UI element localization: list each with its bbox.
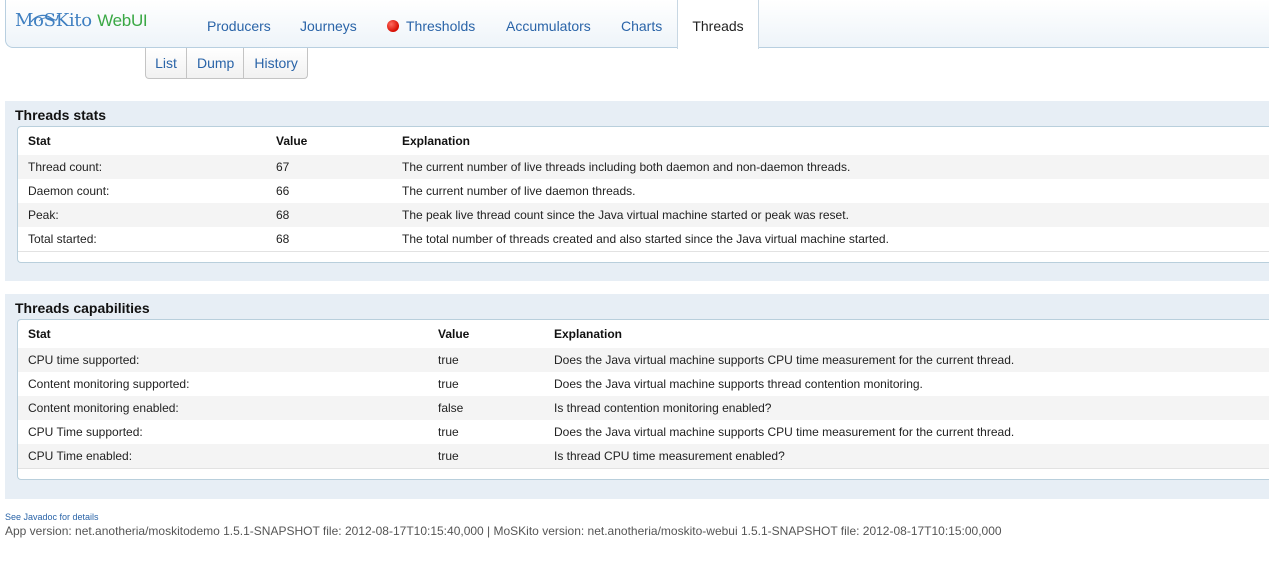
threshold-status-red-icon xyxy=(387,20,399,32)
table-row: CPU Time enabled: true Is thread CPU tim… xyxy=(18,444,1269,468)
explanation-cell: Is thread contention monitoring enabled? xyxy=(554,396,1269,420)
column-header-stat: Stat xyxy=(28,327,51,341)
value-cell: 68 xyxy=(276,203,402,227)
explanation-cell: The current number of live threads inclu… xyxy=(402,155,1269,179)
explanation-cell: Does the Java virtual machine supports C… xyxy=(554,425,1015,439)
explanation-cell: Does the Java virtual machine supports C… xyxy=(554,348,1269,372)
stat-cell: Content monitoring enabled: xyxy=(18,396,438,420)
table-footer-spacer xyxy=(18,468,1269,479)
threads-capabilities-table: Stat Value Explanation CPU time supporte… xyxy=(18,320,1269,468)
column-header-explanation: Explanation xyxy=(554,327,623,341)
threads-subnav: List Dump History xyxy=(145,48,308,79)
threads-capabilities-title: Threads capabilities xyxy=(15,300,150,316)
table-row: Thread count: 67 The current number of l… xyxy=(18,155,1269,179)
nav-threads-active-tab[interactable]: Threads xyxy=(677,0,759,49)
stat-cell: CPU Time supported: xyxy=(28,425,143,439)
explanation-cell: Does the Java virtual machine supports t… xyxy=(554,377,923,391)
logo-swirl-icon xyxy=(30,14,59,23)
table-header-row: Stat Value Explanation xyxy=(18,320,1269,348)
column-header-value: Value xyxy=(438,327,470,341)
nav-threads-label: Threads xyxy=(692,18,744,34)
value-cell: 68 xyxy=(276,232,290,246)
column-header-value: Value xyxy=(276,134,308,148)
table-header-row: Stat Value Explanation xyxy=(18,127,1269,155)
stat-cell: Peak: xyxy=(18,203,276,227)
subnav-history[interactable]: History xyxy=(244,48,307,78)
nav-thresholds-label: Thresholds xyxy=(406,18,476,34)
column-header-stat: Stat xyxy=(28,134,51,148)
logo-suffix: WebUI xyxy=(97,11,148,30)
explanation-cell: The total number of threads created and … xyxy=(402,232,889,246)
value-cell: true xyxy=(438,377,459,391)
stat-cell: Thread count: xyxy=(18,155,276,179)
subnav-list[interactable]: List xyxy=(146,48,187,78)
table-row: Daemon count: 66 The current number of l… xyxy=(18,179,1269,203)
nav-charts[interactable]: Charts xyxy=(621,18,662,34)
nav-thresholds[interactable]: Thresholds xyxy=(387,18,475,34)
nav-accumulators[interactable]: Accumulators xyxy=(506,18,591,34)
table-row: Content monitoring supported: true Does … xyxy=(18,372,1269,396)
subnav-dump[interactable]: Dump xyxy=(187,48,245,78)
threads-stats-panel: Threads stats Stat Value Explanation Thr… xyxy=(5,101,1269,281)
explanation-cell: The current number of live daemon thread… xyxy=(402,184,636,198)
javadoc-link[interactable]: See Javadoc for details xyxy=(5,512,99,522)
table-row: CPU time supported: true Does the Java v… xyxy=(18,348,1269,372)
nav-journeys[interactable]: Journeys xyxy=(300,18,357,34)
threads-capabilities-table-box: Stat Value Explanation CPU time supporte… xyxy=(17,319,1269,480)
value-cell: true xyxy=(438,444,554,468)
threads-stats-table: Stat Value Explanation Thread count: 67 … xyxy=(18,127,1269,251)
value-cell: false xyxy=(438,396,554,420)
version-info: App version: net.anotheria/moskitodemo 1… xyxy=(5,524,1002,538)
table-row: Content monitoring enabled: false Is thr… xyxy=(18,396,1269,420)
stat-cell: CPU Time enabled: xyxy=(18,444,438,468)
stat-cell: Content monitoring supported: xyxy=(28,377,190,391)
stat-cell: Total started: xyxy=(28,232,97,246)
table-row: Peak: 68 The peak live thread count sinc… xyxy=(18,203,1269,227)
moskito-logo[interactable]: MoSKito WebUI xyxy=(15,10,148,31)
explanation-cell: The peak live thread count since the Jav… xyxy=(402,203,1269,227)
threads-stats-title: Threads stats xyxy=(15,107,107,123)
table-row: Total started: 68 The total number of th… xyxy=(18,227,1269,251)
value-cell: true xyxy=(438,425,459,439)
value-cell: 66 xyxy=(276,184,290,198)
threads-capabilities-panel: Threads capabilities Stat Value Explanat… xyxy=(5,294,1269,499)
value-cell: 67 xyxy=(276,155,402,179)
explanation-cell: Is thread CPU time measurement enabled? xyxy=(554,444,1269,468)
nav-producers[interactable]: Producers xyxy=(207,18,271,34)
column-header-explanation: Explanation xyxy=(402,134,471,148)
table-row: CPU Time supported: true Does the Java v… xyxy=(18,420,1269,444)
header-bar: MoSKito WebUI Producers Journeys Thresho… xyxy=(5,0,1269,48)
stat-cell: Daemon count: xyxy=(28,184,110,198)
table-footer-spacer xyxy=(18,251,1269,262)
threads-stats-table-box: Stat Value Explanation Thread count: 67 … xyxy=(17,126,1269,263)
value-cell: true xyxy=(438,348,554,372)
stat-cell: CPU time supported: xyxy=(18,348,438,372)
